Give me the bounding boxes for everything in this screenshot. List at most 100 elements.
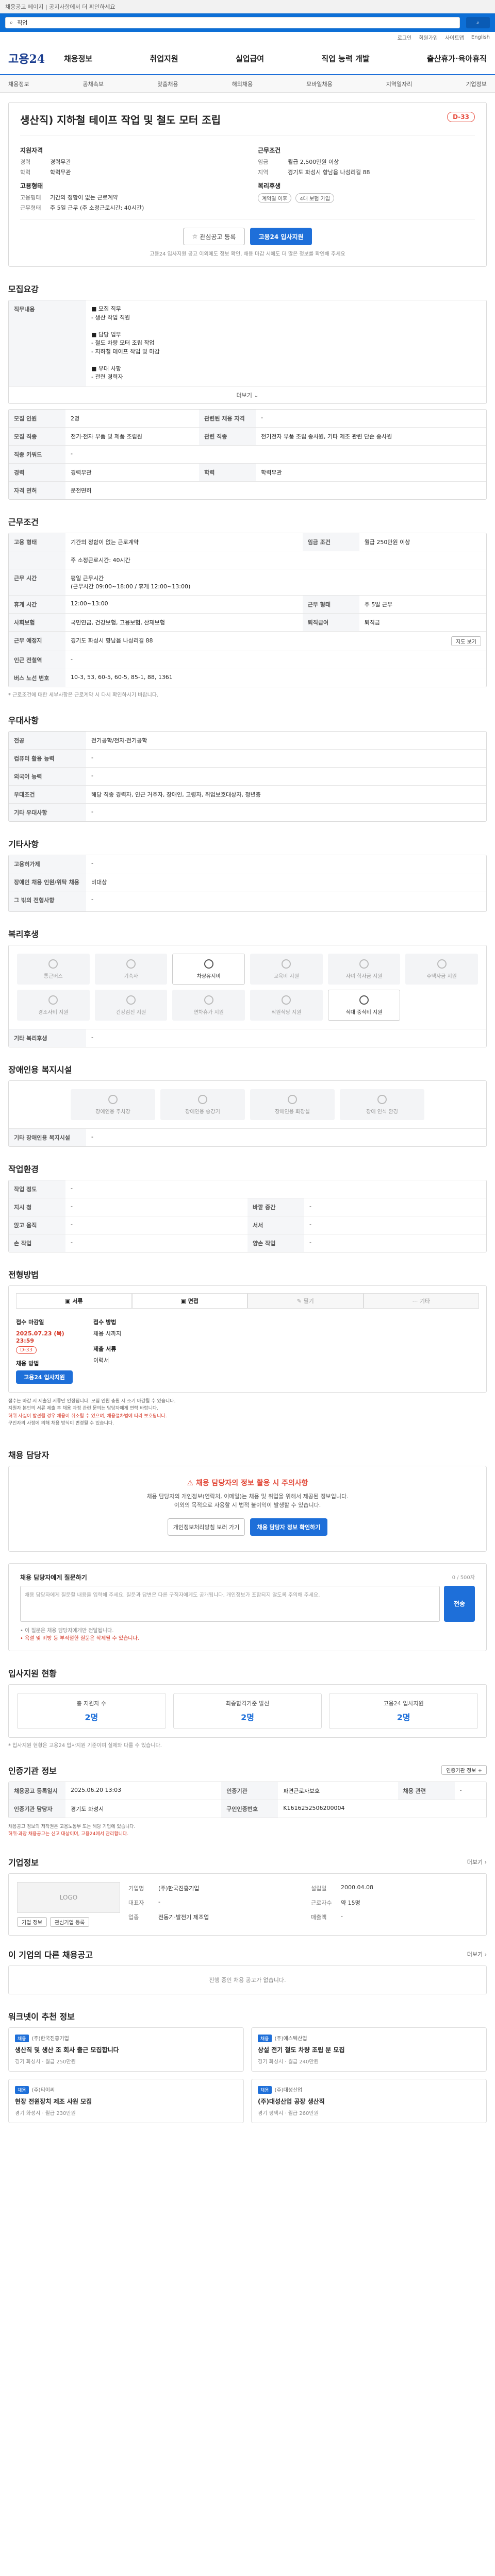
alert-icon: ⚠ xyxy=(187,1479,196,1487)
note-line: 허위·과장 채용공고는 신고 대상이며, 고용24에서 관리합니다. xyxy=(8,1832,129,1837)
chevron-right-icon: › xyxy=(484,1858,487,1866)
site-logo[interactable]: 고용24 xyxy=(8,50,64,66)
search-button[interactable]: ⌕ xyxy=(466,17,490,28)
welfare-item: 식대·중식비 지원 xyxy=(327,990,401,1021)
gift-icon xyxy=(48,995,58,1005)
kv-key: 고용형태 xyxy=(20,194,41,201)
welfare-tag: 계약일 이후 xyxy=(258,193,292,203)
welfare-label: 기숙사 xyxy=(124,973,138,979)
global-nav: 고용24 채용정보 취업지원 실업급여 직업 능력 개발 출산휴가·육아휴직 xyxy=(0,42,495,75)
cell-key: 임금 조건 xyxy=(302,533,359,551)
method: 채용 시까지 xyxy=(93,1330,122,1337)
chevron-down-icon: ⌄ xyxy=(254,392,259,399)
gnb-support[interactable]: 취업지원 xyxy=(150,53,178,64)
stat-value: 2명 xyxy=(85,1712,98,1722)
top-notice: 채용공고 페이지 | 공지사항에서 더 확인하세요 xyxy=(5,3,116,10)
cell-key: 경력 xyxy=(9,463,65,481)
map-button[interactable]: 지도 보기 xyxy=(451,636,481,646)
suggest-meta: 경기 화성시 · 월급 240만원 xyxy=(258,2059,319,2065)
more-toggle[interactable]: 더보기 ⌄ xyxy=(9,386,486,403)
note-line: 접수는 마감 시 제출된 서류만 인정됩니다. 모집 인원 충원 시 조기 마감… xyxy=(8,1399,176,1404)
welfare-item: 기숙사 xyxy=(94,954,168,985)
ask-note: • 욕설 및 비방 등 부적절한 질문은 삭제될 수 있습니다. xyxy=(20,1635,139,1641)
cell-val: - xyxy=(86,767,486,785)
bus-icon xyxy=(48,959,58,969)
cell-val: - xyxy=(65,1234,248,1252)
facility-item: 장애인용 주차장 xyxy=(71,1089,155,1120)
suggest-card[interactable]: 채용 (주)에스텍산업 상설 전기 철도 차량 조립 분 모집 경기 화성시 · … xyxy=(251,2027,487,2072)
apply-button[interactable]: 고용24 입사지원 xyxy=(250,228,312,245)
kv-value: 월급 2,500만원 이상 xyxy=(288,159,339,165)
dots-icon: ⋯ xyxy=(412,1297,420,1304)
section-title: 기타사항 xyxy=(8,839,39,849)
suggest-meta: 경기 화성시 · 월급 230만원 xyxy=(15,2110,76,2116)
related-more-link[interactable]: 더보기 › xyxy=(467,1950,487,1958)
cell-key: 기타 복리후생 xyxy=(9,1029,86,1047)
company-logo: LOGO xyxy=(17,1882,120,1913)
welfare-box: 통근버스 기숙사 차량유지비 교육비 지원 자녀 학자금 지원 주택자금 지원 … xyxy=(8,945,487,1047)
cell-val: - xyxy=(65,1216,248,1234)
section-title: 채용 담당자 xyxy=(8,1450,50,1460)
util-join[interactable]: 회원가입 xyxy=(419,33,438,41)
cell-key: 관련된 채용 자격 xyxy=(199,409,256,427)
gnb-unemployment[interactable]: 실업급여 xyxy=(236,53,264,64)
cell-key: 장애인 채용 인원/위탁 채용 xyxy=(9,872,86,891)
search-input[interactable]: ⌕ 직업 xyxy=(5,17,460,28)
suggest-card[interactable]: 채용 (주)티이씨 현장 전원장치 제조 사원 모집 경기 화성시 · 월급 23… xyxy=(8,2078,244,2123)
util-sitemap[interactable]: 사이트맵 xyxy=(445,33,464,41)
deadline: 2025.07.23 (목) 23:59 xyxy=(16,1330,64,1344)
cell-key: 인근 전철역 xyxy=(9,650,65,669)
suggest-card[interactable]: 채용 (주)대성산업 (주)대성산업 공장 생산직 경기 평택시 · 월급 260… xyxy=(251,2078,487,2123)
step-label: 기타 xyxy=(419,1298,431,1304)
interest-label: 관심공고 등록 xyxy=(200,233,236,241)
lnb-item[interactable]: 기업정보 xyxy=(466,80,486,88)
section-title: 우대사항 xyxy=(8,715,39,725)
status-box: 총 지원자 수 2명 최종합격기준 발신 2명 고용24 입사지원 2명 xyxy=(8,1684,487,1738)
cell-val: 2명 xyxy=(71,415,80,422)
gnb-jobs[interactable]: 채용정보 xyxy=(64,53,92,64)
suggest-meta: 경기 평택시 · 월급 260만원 xyxy=(258,2110,319,2116)
cell-val: - xyxy=(65,650,486,669)
gnb-leave[interactable]: 출산휴가·육아휴직 xyxy=(427,53,487,64)
company-follow-button[interactable]: 관심기업 등록 xyxy=(50,1917,90,1927)
ask-textarea[interactable]: 채용 담당자에게 질문할 내용을 입력해 주세요. 질문과 답변은 다른 구직자… xyxy=(20,1585,440,1622)
cell-val: - xyxy=(86,890,486,911)
contact-info-button[interactable]: 채용 담당자 정보 확인하기 xyxy=(250,1518,327,1536)
cell-key: 양손 작업 xyxy=(248,1234,304,1252)
gnb-training[interactable]: 직업 능력 개발 xyxy=(321,53,369,64)
suggest-title: 생산직 및 생산 조 회사 출근 모집합니다 xyxy=(15,2046,119,2054)
note-line: 허위 사실이 발견될 경우 채용이 취소될 수 있으며, 채용절차법에 따라 보… xyxy=(8,1413,167,1419)
interest-button[interactable]: ☆ 관심공고 등록 xyxy=(183,228,245,245)
lnb-item[interactable]: 맞춤채용 xyxy=(157,80,178,88)
chat-icon: ▣ xyxy=(180,1297,188,1304)
more-label: 더보기 xyxy=(467,1858,483,1866)
cell-key: 앉고 움직 xyxy=(9,1216,65,1234)
cell-val: - xyxy=(304,1216,486,1234)
company-info-button[interactable]: 기업 정보 xyxy=(17,1917,47,1927)
ask-send-button[interactable]: 전송 xyxy=(444,1585,475,1622)
lnb-item[interactable]: 채용정보 xyxy=(8,80,29,88)
lnb-item[interactable]: 모바일채용 xyxy=(306,80,333,88)
privacy-button[interactable]: 개인정보처리방침 보러 가기 xyxy=(168,1518,245,1536)
suggest-title: (주)대성산업 공장 생산직 xyxy=(258,2097,325,2105)
screen-apply-button[interactable]: 고용24 입사지원 xyxy=(16,1370,73,1384)
cell-key: 기타 우대사항 xyxy=(9,803,86,821)
step-interview: ▣ 면접 xyxy=(131,1293,248,1309)
section-title: 이 기업의 다른 채용공고 xyxy=(8,1950,93,1960)
lnb-item[interactable]: 지역일자리 xyxy=(386,80,412,88)
util-login[interactable]: 로그인 xyxy=(398,33,412,41)
info-more-button[interactable]: 인증기관 정보 + xyxy=(441,1765,487,1775)
cell-val: 경기도 화성시 xyxy=(65,1799,222,1818)
cell-key: 고용 형태 xyxy=(9,533,65,551)
lnb-item[interactable]: 해외채용 xyxy=(232,80,253,88)
welfare-label: 건강검진 지원 xyxy=(116,1009,146,1015)
health-icon xyxy=(126,995,136,1005)
lnb-item[interactable]: 공채속보 xyxy=(83,80,104,88)
suggest-card[interactable]: 채용 (주)한국진흥기업 생산직 및 생산 조 회사 출근 모집합니다 경기 화성… xyxy=(8,2027,244,2072)
local-nav: 채용정보 공채속보 맞춤채용 해외채용 모바일채용 지역일자리 기업정보 xyxy=(0,75,495,93)
util-english[interactable]: English xyxy=(471,35,490,40)
facility-item: 장애인용 화장실 xyxy=(250,1089,335,1120)
stat-label: 고용24 입사지원 xyxy=(383,1700,424,1707)
suggest-title: 상설 전기 철도 차량 조립 분 모집 xyxy=(258,2046,345,2054)
company-more-link[interactable]: 더보기 › xyxy=(467,1858,487,1866)
